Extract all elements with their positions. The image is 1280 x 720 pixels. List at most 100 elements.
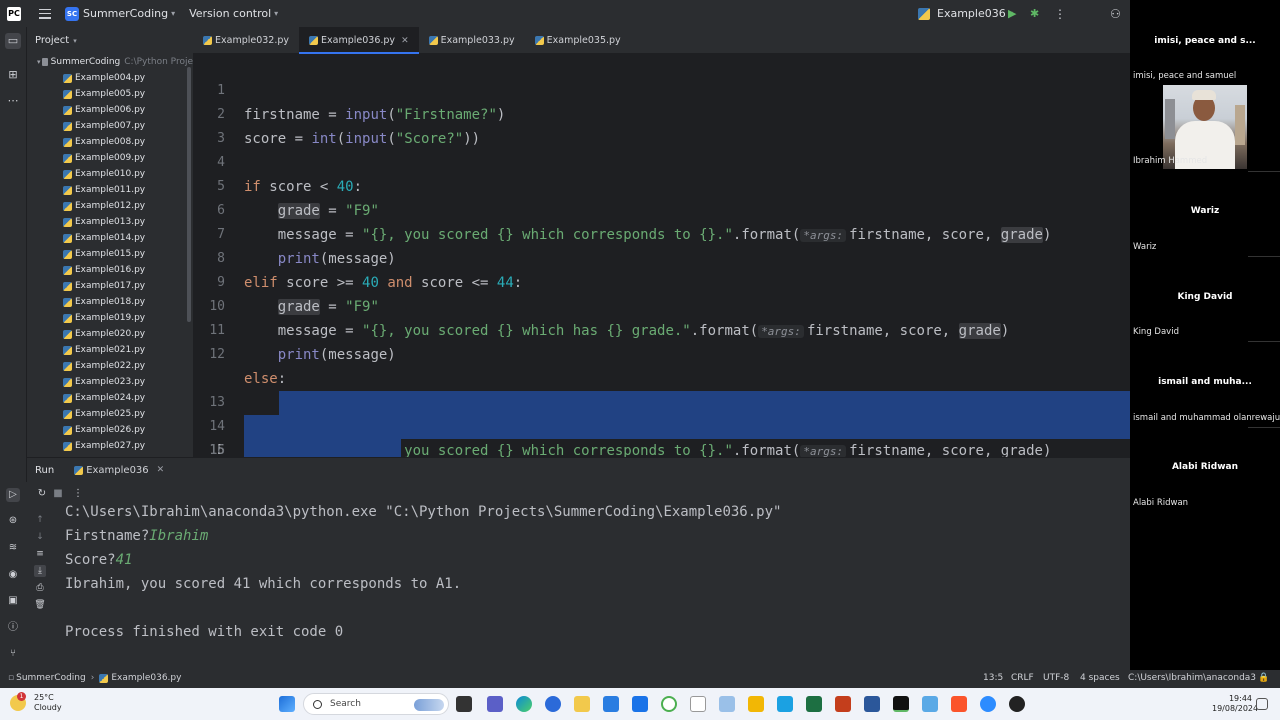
code-line[interactable]: 3 [193, 103, 1130, 146]
more-options-icon[interactable]: ⋮ [71, 487, 85, 501]
close-icon[interactable]: ✕ [401, 36, 409, 46]
code-line[interactable]: 12 else: [193, 319, 1130, 387]
run-icon[interactable]: ▶ [1008, 7, 1016, 20]
project-root[interactable]: ▾ SummerCoding C:\Python Proje [27, 54, 193, 70]
project-tool-icon[interactable]: ▭ [5, 33, 21, 49]
rerun-icon[interactable]: ↻ [35, 487, 49, 501]
media-icon[interactable] [1009, 696, 1025, 712]
debug-icon[interactable]: ✱ [1030, 7, 1039, 20]
code-line[interactable]: 10 message = "{}, you scored {} which ha… [193, 271, 1130, 339]
file-item[interactable]: Example025.py [27, 406, 193, 422]
editor-tab[interactable]: Example032.py [193, 27, 299, 54]
task-view-icon[interactable] [456, 696, 472, 712]
weather-widget[interactable]: 1 25°C Cloudy [10, 692, 62, 713]
scroll-to-end-icon[interactable]: ⤓ [34, 565, 46, 577]
more-tools-icon[interactable]: ⋯ [5, 93, 21, 109]
excel-icon[interactable] [806, 696, 822, 712]
file-item[interactable]: Example013.py [27, 214, 193, 230]
code-line[interactable]: 8 elif score >= 40 and score <= 44: [193, 223, 1130, 291]
editor-tab[interactable]: Example033.py [419, 27, 525, 54]
code-line[interactable]: 17 [193, 439, 1130, 457]
file-encoding[interactable]: UTF-8 [1043, 673, 1069, 683]
breadcrumb[interactable]: ▫ SummerCoding › Example036.py [8, 673, 181, 683]
user-account-icon[interactable]: ⚇ [1110, 7, 1121, 21]
trash-icon[interactable]: 🗑 [34, 599, 46, 611]
file-item[interactable]: Example024.py [27, 390, 193, 406]
file-explorer-icon[interactable] [574, 696, 590, 712]
python-packages-icon[interactable]: ⊛ [6, 514, 20, 528]
store-icon[interactable] [603, 696, 619, 712]
file-item[interactable]: Example006.py [27, 102, 193, 118]
file-item[interactable]: Example010.py [27, 166, 193, 182]
file-item[interactable]: Example009.py [27, 150, 193, 166]
notifications-icon[interactable] [1256, 698, 1268, 710]
taskbar-search[interactable]: Search [303, 693, 449, 715]
file-item[interactable]: Example027.py [27, 438, 193, 454]
file-item[interactable]: Example017.py [27, 278, 193, 294]
code-line[interactable]: 6 message = "{}, you scored {} which cor… [193, 175, 1130, 243]
run-console[interactable]: C:\Users\Ibrahim\anaconda3\python.exe "C… [53, 504, 1251, 670]
file-item[interactable]: Example018.py [27, 294, 193, 310]
editor-tab[interactable]: Example036.py ✕ [299, 27, 419, 54]
code-line[interactable]: 7 print(message) [193, 199, 1130, 267]
file-item[interactable]: Example005.py [27, 86, 193, 102]
lock-icon[interactable]: 🔒 [1258, 673, 1269, 683]
file-item[interactable]: Example007.py [27, 118, 193, 134]
file-item[interactable]: Example023.py [27, 374, 193, 390]
code-line[interactable]: 4 if score < 40: [193, 127, 1130, 195]
file-item[interactable]: Example014.py [27, 230, 193, 246]
pycharm-taskbar-icon[interactable] [893, 696, 909, 712]
indent-setting[interactable]: 4 spaces [1080, 673, 1120, 683]
notepad-icon[interactable] [690, 696, 706, 712]
file-item[interactable]: Example019.py [27, 310, 193, 326]
code-line[interactable]: 11 print(message) [193, 295, 1130, 363]
code-line[interactable]: 2 score = int(input("Score?")) [193, 79, 1130, 147]
file-item[interactable]: Example026.py [27, 422, 193, 438]
cursor-position[interactable]: 13:5 [983, 673, 1003, 683]
snipping-tool-icon[interactable] [719, 696, 735, 712]
run-config-selector[interactable]: Example036 ▾ [918, 7, 1013, 20]
edge-icon[interactable] [516, 696, 532, 712]
project-badge[interactable]: SC [65, 6, 79, 21]
sync-icon[interactable] [661, 696, 677, 712]
file-item[interactable]: Example015.py [27, 246, 193, 262]
run-tool-icon[interactable]: ▷ [6, 488, 20, 502]
file-item[interactable]: Example022.py [27, 358, 193, 374]
file-item[interactable]: Example021.py [27, 342, 193, 358]
down-arrow-icon[interactable]: ↓ [34, 531, 46, 543]
main-menu-icon[interactable] [39, 8, 51, 19]
up-arrow-icon[interactable]: ↑ [34, 514, 46, 526]
more-options-icon[interactable]: ⋮ [1054, 7, 1066, 21]
interpreter[interactable]: C:\Users\Ibrahim\anaconda3 [1128, 673, 1256, 683]
calculator-icon[interactable] [777, 696, 793, 712]
file-item[interactable]: Example020.py [27, 326, 193, 342]
chrome-icon[interactable] [545, 696, 561, 712]
close-icon[interactable]: ✕ [157, 465, 165, 475]
teams-icon[interactable] [487, 696, 503, 712]
file-item[interactable]: Example004.py [27, 70, 193, 86]
mail-icon[interactable] [632, 696, 648, 712]
code-line[interactable]: 1 firstname = input("Firstname?") [193, 55, 1130, 123]
code-line-selected[interactable]: 14 message = "{}, you scored {} which co… [193, 367, 1130, 457]
taskbar-clock[interactable]: 19:44 19/08/2024 [1212, 694, 1258, 714]
code-editor[interactable]: 1 firstname = input("Firstname?") 2 scor… [193, 54, 1130, 457]
project-panel-header[interactable]: Project ▾ [27, 27, 193, 54]
soft-wrap-icon[interactable]: ≡ [34, 548, 46, 560]
word-icon[interactable] [864, 696, 880, 712]
code-line[interactable]: 5 grade = "F9" [193, 151, 1130, 219]
layers-icon[interactable]: ≋ [6, 541, 20, 555]
git-icon[interactable]: ⑂ [6, 647, 20, 661]
zoom-icon[interactable] [980, 696, 996, 712]
sticky-notes-icon[interactable] [748, 696, 764, 712]
services-icon[interactable]: ◉ [6, 568, 20, 582]
terminal-icon[interactable]: ▣ [6, 594, 20, 608]
chevron-down-icon[interactable]: ▾ [274, 9, 278, 18]
powerpoint-icon[interactable] [835, 696, 851, 712]
editor-tab[interactable]: Example035.py [525, 27, 631, 54]
code-line[interactable]: 16 [193, 415, 1130, 457]
structure-tool-icon[interactable]: ⊞ [5, 67, 21, 83]
file-item[interactable]: Example016.py [27, 262, 193, 278]
problems-icon[interactable]: ⓘ [6, 621, 20, 635]
code-line[interactable]: 9 grade = "F9" [193, 247, 1130, 315]
file-item[interactable]: Example008.py [27, 134, 193, 150]
